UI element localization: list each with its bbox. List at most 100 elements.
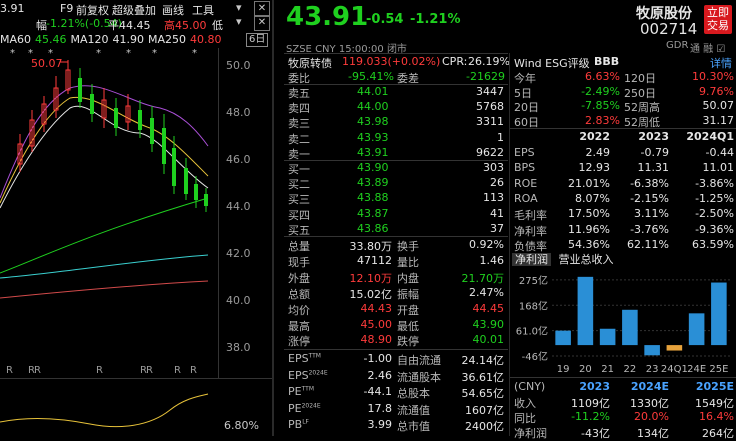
trade-now-button[interactable]: 立即 交易 [704,5,732,34]
stat-value: 0.92% [469,238,504,251]
forecast-row-label: 同比 [514,412,536,425]
flag-badges: 通 融 ☑ [690,44,726,55]
stat-value: 15.02亿 [349,287,393,301]
tools-button[interactable]: 工具 [192,2,214,18]
valuation-metric: EPS [288,352,309,365]
valuation-metric: PE [288,385,302,398]
sell-level-price[interactable]: 43.93 [357,131,389,144]
net-profit-bar[interactable] [644,345,660,356]
trade-button-line1: 立即 [707,6,729,19]
fq-button[interactable]: 前复权 [76,2,109,18]
axis-divider [218,48,219,378]
draw-button[interactable]: 画线 [162,2,184,18]
buy-level-volume: 26 [490,176,504,190]
buy-level-price[interactable]: 43.89 [357,176,389,189]
book-divider-bottom [284,236,508,237]
buy-level-price[interactable]: 43.88 [357,191,389,204]
chevron-down-icon-2[interactable]: ▾ [236,15,248,28]
ma-long-line [0,280,209,299]
event-marker: * [96,48,101,59]
stat-label: 总量 [288,240,310,253]
bar-x-tick: 21 [601,364,614,375]
buy-level-price[interactable]: 43.86 [357,222,389,235]
bar-y-tick: 168亿 [519,299,548,312]
convertible-label[interactable]: 牧原转债 [288,55,332,71]
stat-label: 跌停 [397,335,419,349]
net-profit-bar[interactable] [711,282,727,346]
convertible-value: 119.033(+0.02%) [342,55,441,68]
sell-level-price[interactable]: 44.00 [357,100,389,113]
perf-value: -2.49% [581,84,620,98]
forecast-row-label: 收入 [514,397,536,410]
fin-row-label: BPS [514,161,536,175]
fin-cell: -3.76% [630,222,669,236]
net-profit-bar[interactable] [599,328,616,346]
stat-value: 12.10万 [349,271,393,285]
tab-net-profit[interactable]: 净利润 [512,253,551,266]
forecast-cell: 264亿 [702,427,734,440]
stock-code: 002714 [640,20,698,38]
fin-row-label: ROE [514,176,538,190]
event-marker: * [10,48,15,59]
sell-level-price[interactable]: 44.01 [357,85,389,98]
fin-header: 2024Q1 [686,130,734,143]
buy-level-price[interactable]: 43.90 [357,161,389,174]
kline-chart[interactable]: 3.91 幅 -1.21%(-0.54) F9 前复权 超级叠加 画线 工具 ▾… [0,0,272,436]
fin-header: 2023 [638,130,669,143]
fin-cell: 63.59% [692,237,734,251]
high-price-label: 高45.00 [164,19,207,32]
net-profit-bar[interactable] [688,313,705,346]
bar-y-tick: 61.0亿 [516,325,548,338]
column-divider [509,53,510,436]
bar-x-tick: 25E [709,364,728,375]
r-marker: R [6,365,13,376]
valuation-metric: EPS [288,368,309,382]
tab-revenue[interactable]: 营业总收入 [559,253,614,266]
buy-level-volume: 113 [483,191,504,205]
valuation-metric: PB [288,418,303,431]
buy-level-volume: 303 [483,161,504,174]
forecast-divider [510,377,736,378]
stat-value: 33.80万 [349,240,393,253]
net-profit-bar[interactable] [622,309,638,346]
sell-level-price[interactable]: 43.91 [357,146,389,159]
chevron-down-icon[interactable]: ▾ [236,1,248,14]
period-selector[interactable]: 6日 [246,33,269,47]
net-profit-bar[interactable] [555,330,571,346]
overlay-button[interactable]: 超级叠加 [112,2,156,18]
y-tick-label: 38.0 [226,341,251,354]
buy-level-label: 买四 [288,208,310,222]
trade-button-line2: 交易 [707,19,729,32]
sell-level-price[interactable]: 43.98 [357,115,389,128]
fin-cell: 3.11% [634,207,669,221]
esg-detail-link[interactable]: 详情 [710,55,732,71]
net-profit-bar[interactable] [577,276,594,346]
buy-level-price[interactable]: 43.87 [357,207,389,220]
price-plot: * * * * * * * [0,48,209,299]
valuation-basis: TTM [308,352,321,360]
f9-button[interactable]: F9 [60,2,73,15]
peak-price-label: 50.07 [31,57,63,70]
stat-label: 均价 [288,303,310,317]
share-value: 2400亿 [465,420,504,433]
r-marker: R [190,365,197,376]
net-profit-bar[interactable] [666,345,683,351]
low-price-label: 低 [212,19,223,32]
stat-value: 2.47% [469,285,504,299]
bar-y-tick: -46亿 [522,350,548,363]
forecast-cell: 1330亿 [630,397,669,410]
price-fragment: 3.91 [0,2,25,15]
valuation-basis: 2024E [308,368,328,376]
sell-level-volume: 3311 [476,115,504,129]
forecast-row-label: 净利润 [514,427,547,440]
event-marker: * [192,48,197,59]
y-tick-label: 50.0 [226,59,251,72]
stat-label: 量比 [397,255,419,269]
valuation-label: EPSTTM [288,352,321,365]
buy-level-label: 买二 [288,178,310,192]
stat-label: 现手 [288,255,310,269]
fin-cell: 62.11% [627,237,669,251]
ma-legend-item: 45.46 [35,33,67,46]
avg-price-label: 平44.45 [108,19,151,32]
close-icon-2[interactable]: ✕ [254,15,270,31]
